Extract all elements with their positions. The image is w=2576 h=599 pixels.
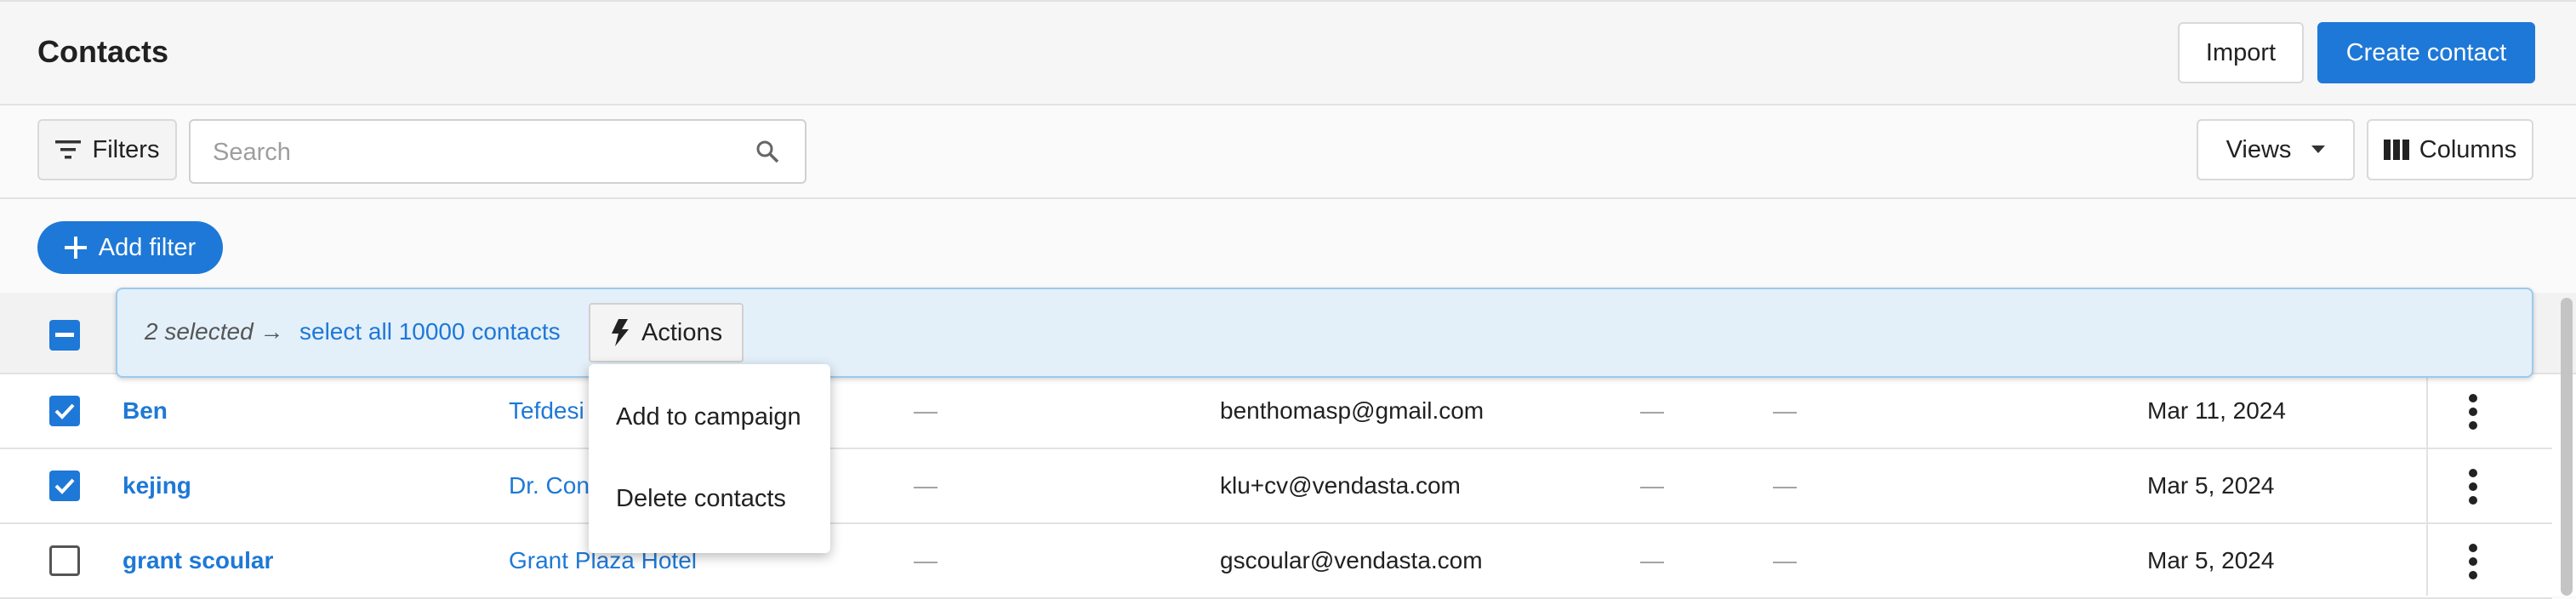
date-cell: Mar 5, 2024	[2147, 547, 2275, 573]
empty-cell: —	[914, 547, 938, 573]
actions-menu: Add to campaign Delete contacts	[589, 364, 830, 553]
row-checkbox[interactable]	[49, 545, 80, 576]
add-filter-label: Add filter	[98, 233, 197, 261]
empty-cell: —	[1640, 472, 1664, 499]
select-all-link[interactable]: select all 10000 contacts	[299, 318, 561, 345]
contact-name[interactable]: Ben	[123, 374, 168, 448]
check-icon	[54, 478, 75, 494]
select-all-checkbox[interactable]	[49, 320, 80, 351]
row-checkbox[interactable]	[49, 471, 80, 501]
table-row[interactable]: kejing Dr. Con — klu+cv@vendasta.com — — Mar 5…	[0, 449, 2552, 524]
search-box[interactable]	[189, 119, 806, 184]
views-dropdown[interactable]: Views	[2197, 119, 2355, 180]
selected-count: 2 selected →	[145, 318, 284, 345]
page-title: Contacts	[37, 34, 169, 69]
menu-item-delete-contacts[interactable]: Delete contacts	[589, 458, 830, 539]
views-label: Views	[2226, 135, 2292, 163]
lightning-icon	[612, 319, 629, 346]
email-cell: gscoular@vendasta.com	[1220, 547, 1483, 573]
import-button[interactable]: Import	[2178, 22, 2304, 83]
create-contact-button[interactable]: Create contact	[2317, 22, 2535, 83]
empty-cell: —	[914, 397, 938, 424]
date-cell: Mar 5, 2024	[2147, 472, 2275, 499]
empty-cell: —	[1773, 472, 1797, 499]
actions-label: Actions	[641, 318, 723, 346]
caret-down-icon	[2311, 145, 2326, 153]
more-vert-icon[interactable]	[2467, 543, 2479, 580]
date-cell: Mar 11, 2024	[2147, 397, 2286, 424]
empty-cell: —	[1773, 547, 1797, 573]
email-cell: klu+cv@vendasta.com	[1220, 472, 1461, 499]
actions-button[interactable]: Actions	[589, 303, 744, 362]
columns-icon	[2383, 140, 2409, 160]
minus-icon	[55, 333, 74, 337]
columns-button[interactable]: Columns	[2367, 119, 2533, 180]
columns-label: Columns	[2419, 135, 2517, 163]
empty-cell: —	[1773, 397, 1797, 424]
empty-cell: —	[914, 472, 938, 499]
company-name[interactable]: Dr. Con	[509, 449, 590, 522]
menu-item-add-to-campaign[interactable]: Add to campaign	[589, 376, 830, 458]
empty-cell: —	[1640, 397, 1664, 424]
empty-cell: —	[1640, 547, 1664, 573]
search-input[interactable]	[211, 131, 725, 174]
row-checkbox[interactable]	[49, 396, 80, 426]
company-name[interactable]: Tefdesi	[509, 374, 584, 448]
table-row[interactable]: Ben Tefdesi — benthomasp@gmail.com — — Mar 11,…	[0, 374, 2552, 449]
filter-icon	[54, 140, 81, 159]
row-actions-divider	[2426, 374, 2428, 596]
add-filter-button[interactable]: Add filter	[37, 221, 223, 274]
more-vert-icon[interactable]	[2467, 468, 2479, 505]
search-icon	[756, 140, 779, 163]
more-vert-icon[interactable]	[2467, 393, 2479, 431]
filters-label: Filters	[92, 135, 160, 163]
filters-button[interactable]: Filters	[37, 119, 177, 180]
check-icon	[54, 403, 75, 419]
plus-icon	[64, 237, 87, 259]
vertical-scrollbar[interactable]	[2561, 298, 2573, 596]
contact-name[interactable]: kejing	[123, 449, 191, 522]
email-cell: benthomasp@gmail.com	[1220, 397, 1485, 424]
table-row[interactable]: grant scoular Grant Plaza Hotel — gscoular@…	[0, 524, 2552, 599]
contact-name[interactable]: grant scoular	[123, 524, 273, 597]
